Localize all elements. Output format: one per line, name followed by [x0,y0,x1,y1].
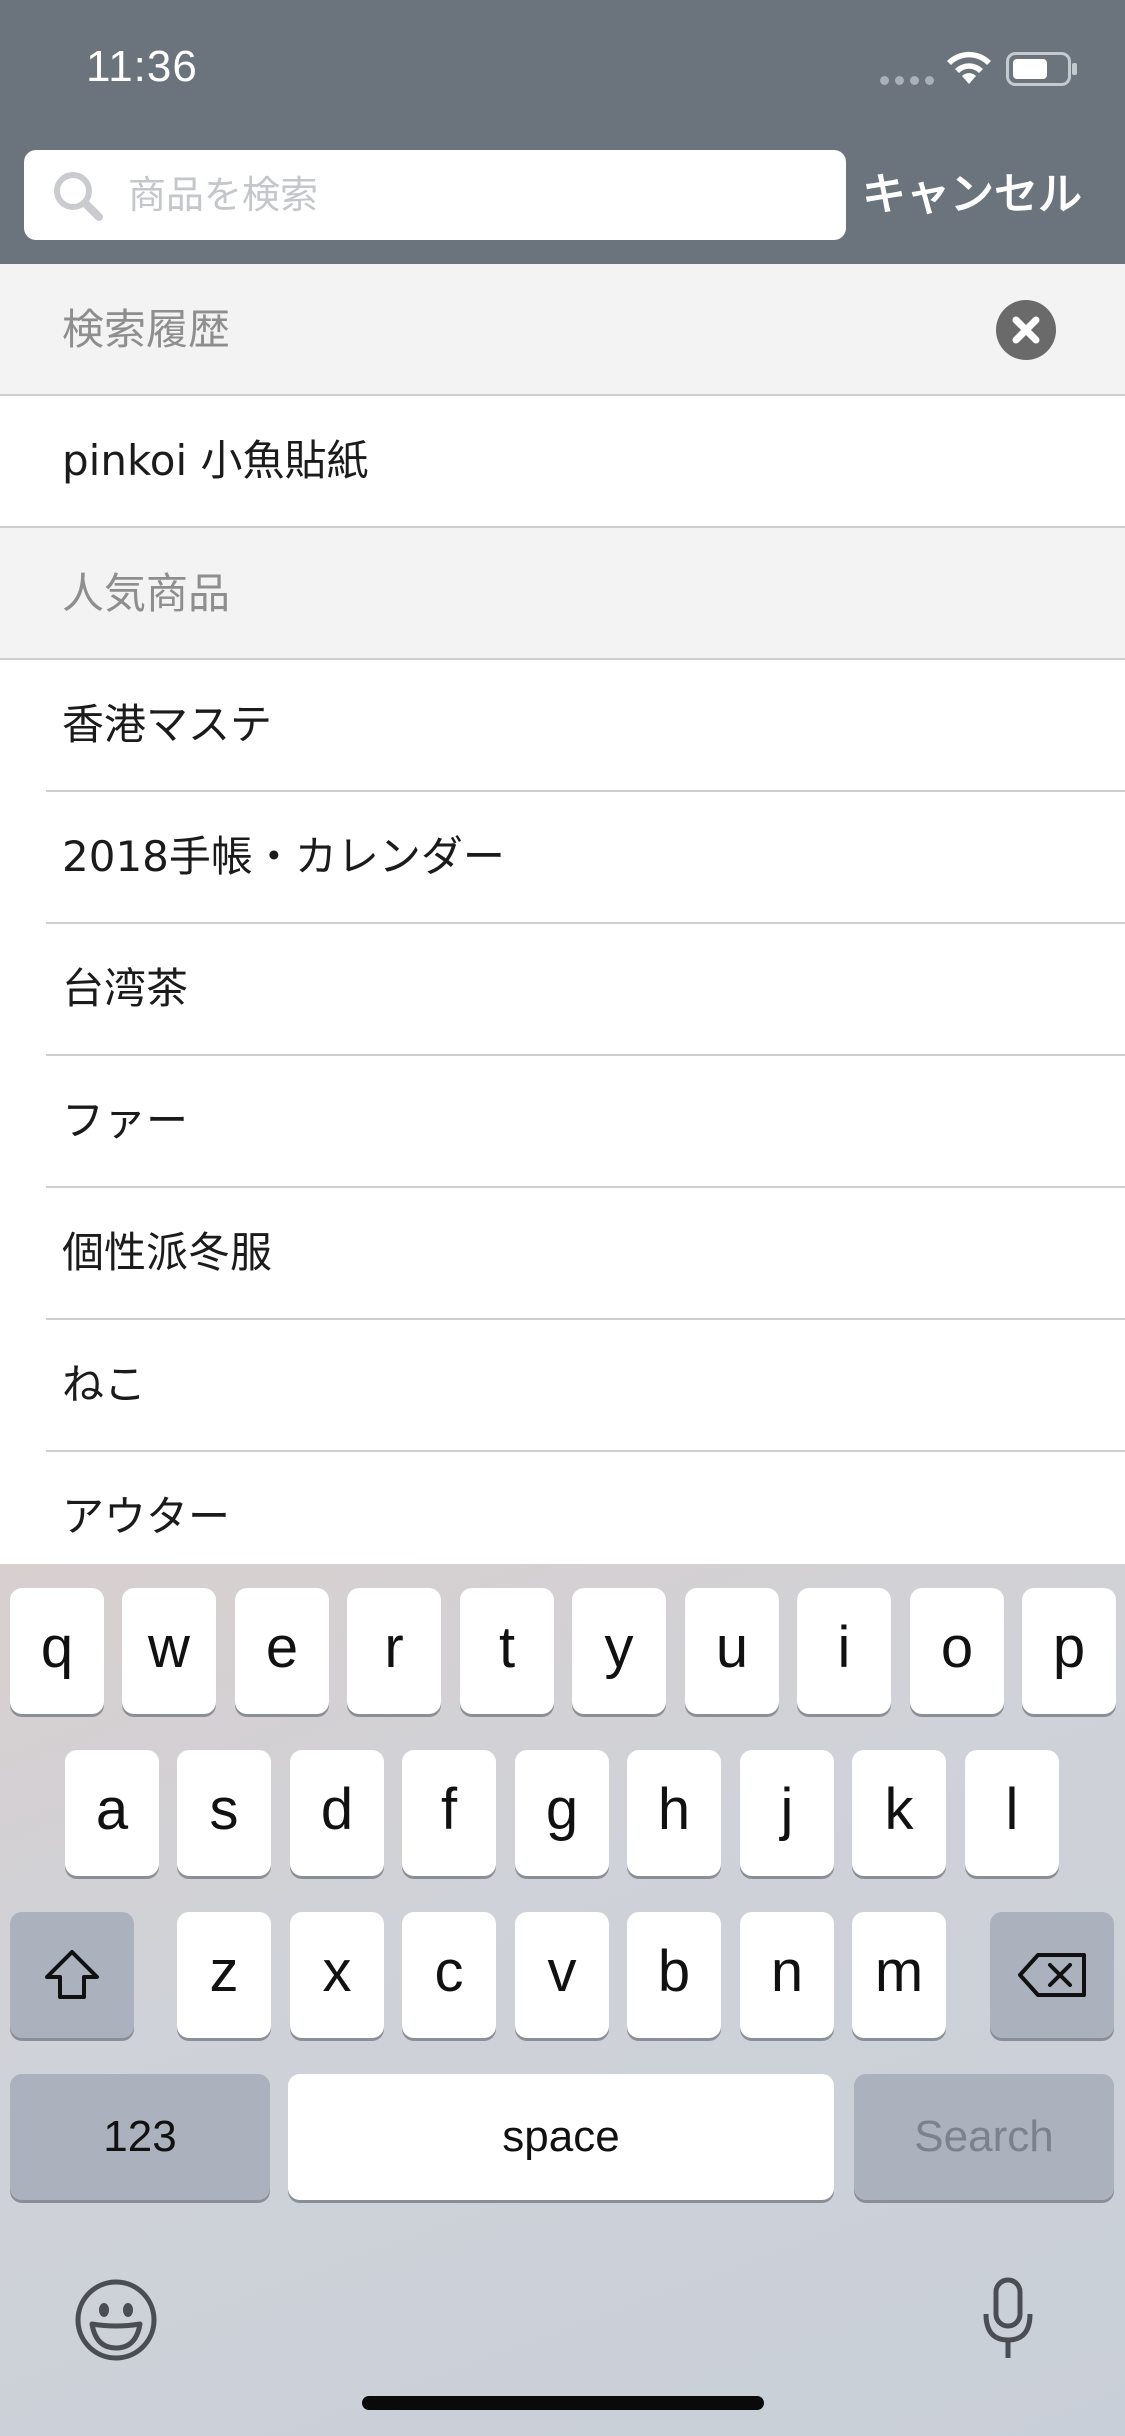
numbers-key[interactable]: 123 [10,2074,270,2200]
popular-item[interactable]: 台湾茶 [0,924,1125,1056]
key-k[interactable]: k [852,1750,946,1876]
popular-item[interactable]: ねこ [0,1320,1125,1452]
key-e[interactable]: e [235,1588,329,1714]
delete-key[interactable] [990,1912,1114,2038]
popular-item[interactable]: 2018手帳・カレンダー [0,792,1125,924]
key-y[interactable]: y [572,1588,666,1714]
delete-icon [1018,1953,1086,1997]
key-x[interactable]: x [290,1912,384,2038]
space-key[interactable]: space [288,2074,834,2200]
shift-icon [45,1950,99,1999]
microphone-icon[interactable] [980,2276,1036,2362]
history-item[interactable]: pinkoi 小魚貼紙 [0,396,1125,528]
popular-item-label: 2018手帳・カレンダー [62,832,505,881]
section-header-popular: 人気商品 [0,528,1125,660]
popular-item-label: ファー [62,1096,189,1145]
key-d[interactable]: d [290,1750,384,1876]
popular-item-label: 香港マステ [62,700,273,749]
key-z[interactable]: z [177,1912,271,2038]
close-icon [1012,316,1040,344]
section-header-history: 検索履歴 [0,264,1125,396]
search-icon [54,172,103,221]
key-w[interactable]: w [122,1588,216,1714]
emoji-icon[interactable] [74,2278,158,2362]
top-bar: 11:36 キャンセル [0,0,1125,264]
key-s[interactable]: s [177,1750,271,1876]
wifi-icon [947,51,991,84]
key-m[interactable]: m [852,1912,946,2038]
key-h[interactable]: h [627,1750,721,1876]
popular-item[interactable]: アウター [0,1452,1125,1564]
key-f[interactable]: f [402,1750,496,1876]
key-b[interactable]: b [627,1912,721,2038]
key-g[interactable]: g [515,1750,609,1876]
key-n[interactable]: n [740,1912,834,2038]
search-input[interactable] [128,150,828,240]
popular-item-label: アウター [62,1492,231,1541]
key-q[interactable]: q [10,1588,104,1714]
key-t[interactable]: t [460,1588,554,1714]
key-v[interactable]: v [515,1912,609,2038]
shift-key[interactable] [10,1912,134,2038]
key-r[interactable]: r [347,1588,441,1714]
history-item-label: pinkoi 小魚貼紙 [62,436,369,485]
popular-item-label: ねこ [62,1360,147,1409]
search-field[interactable] [24,150,846,240]
clear-history-button[interactable] [996,300,1056,360]
key-o[interactable]: o [910,1588,1004,1714]
key-c[interactable]: c [402,1912,496,2038]
key-l[interactable]: l [965,1750,1059,1876]
search-key[interactable]: Search [854,2074,1114,2200]
battery-icon [1006,52,1077,86]
key-u[interactable]: u [685,1588,779,1714]
cellular-signal-icon [880,76,934,85]
section-title: 検索履歴 [62,305,231,354]
search-suggestions-list: 検索履歴 pinkoi 小魚貼紙 人気商品 香港マステ 2018手帳・カレンダー… [0,264,1125,1564]
popular-item[interactable]: 個性派冬服 [0,1188,1125,1320]
key-a[interactable]: a [65,1750,159,1876]
key-i[interactable]: i [797,1588,891,1714]
popular-item[interactable]: ファー [0,1056,1125,1188]
section-title: 人気商品 [62,569,231,618]
popular-item-label: 台湾茶 [62,964,189,1013]
popular-item-label: 個性派冬服 [62,1228,273,1277]
home-indicator [362,2396,764,2410]
key-p[interactable]: p [1022,1588,1116,1714]
status-time: 11:36 [86,42,198,91]
popular-item[interactable]: 香港マステ [0,660,1125,792]
cancel-button[interactable]: キャンセル [862,150,1082,240]
key-j[interactable]: j [740,1750,834,1876]
